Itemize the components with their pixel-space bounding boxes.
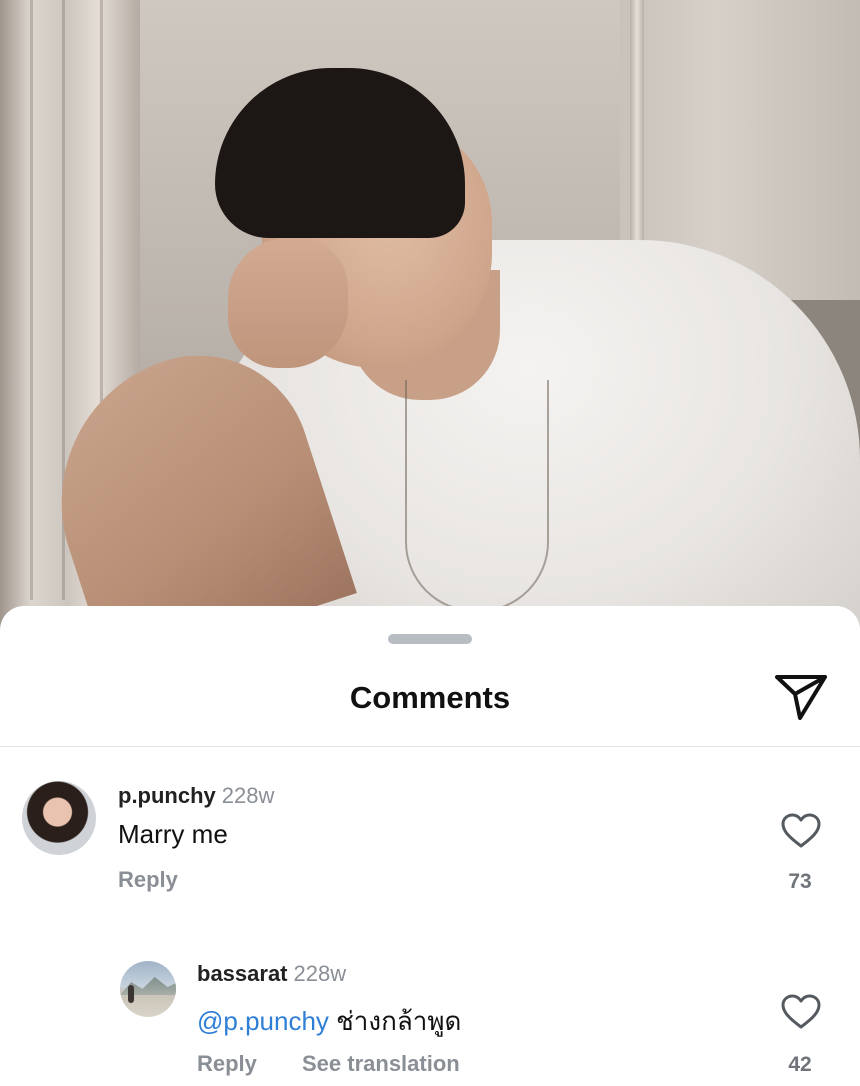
heart-icon (781, 994, 821, 1029)
post-photo (0, 0, 860, 640)
sheet-title: Comments (349, 680, 511, 715)
like-count: 42 (788, 1053, 812, 1076)
comment-text: Marry me (118, 819, 228, 849)
reply-button[interactable]: Reply (197, 1051, 257, 1077)
photo-necklace (405, 380, 549, 612)
sheet-drag-handle[interactable] (388, 634, 472, 644)
comment-time: 228w (221, 783, 275, 808)
heart-icon (781, 813, 821, 848)
like-button[interactable] (781, 994, 821, 1030)
reply-text: ช่างกล้าพูด (336, 1006, 462, 1036)
photo-hair (215, 68, 465, 238)
like-count: 73 (788, 870, 812, 893)
comment-username[interactable]: p.punchy (118, 783, 216, 808)
reply-button[interactable]: Reply (118, 867, 178, 893)
mention-link[interactable]: @p.punchy (197, 1006, 329, 1036)
reply-time: 228w (293, 961, 347, 986)
like-button[interactable] (781, 813, 821, 849)
avatar[interactable] (120, 961, 176, 1017)
photo-hand (228, 238, 348, 368)
send-icon (775, 675, 827, 720)
share-button[interactable] (774, 672, 828, 722)
avatar[interactable] (22, 781, 96, 855)
reply-username[interactable]: bassarat (197, 961, 288, 986)
divider (0, 746, 860, 747)
see-translation-button[interactable]: See translation (302, 1051, 460, 1077)
comments-sheet: Comments p.punchy 228w Marry me Reply 73 … (0, 606, 860, 1086)
